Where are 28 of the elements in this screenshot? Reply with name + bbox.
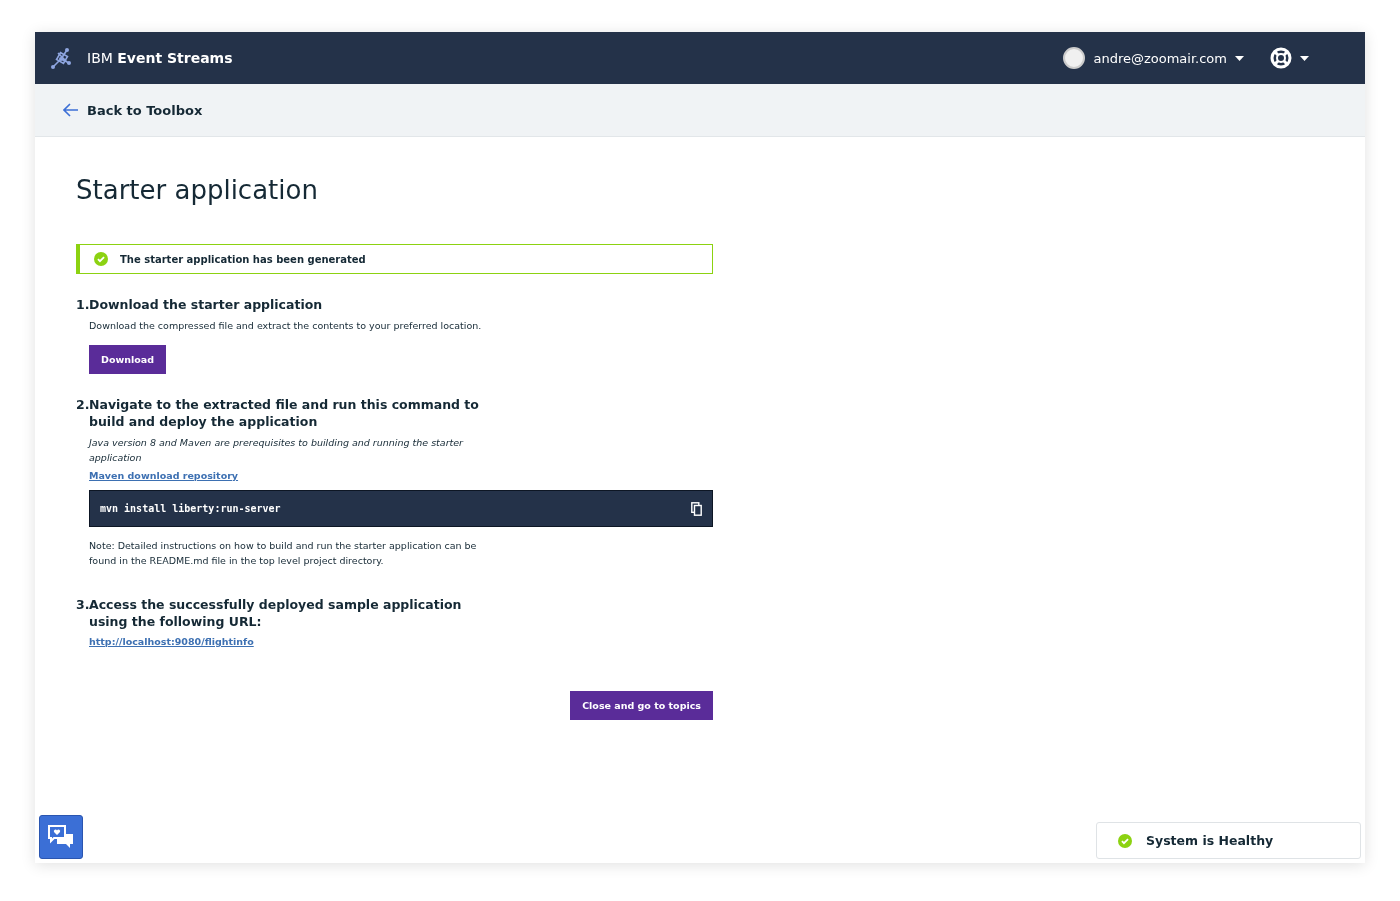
command-text: mvn install liberty:run-server [100, 503, 281, 514]
notification-text: The starter application has been generated [120, 253, 366, 265]
chat-bubbles-icon [47, 824, 75, 850]
page-title: Starter application [76, 175, 319, 205]
copy-icon[interactable] [691, 501, 702, 516]
status-text: System is Healthy [1146, 833, 1274, 848]
help-menu[interactable] [1270, 47, 1309, 69]
close-button[interactable]: Close and go to topics [570, 691, 713, 720]
lifebuoy-icon [1270, 47, 1292, 69]
check-icon [94, 252, 108, 266]
back-link[interactable]: Back to Toolbox [63, 102, 203, 118]
check-icon [1118, 833, 1132, 848]
caret-icon [1235, 55, 1244, 61]
download-button[interactable]: Download [89, 345, 166, 374]
step-description: Download the compressed file and extract the contents to your preferred location. [89, 319, 483, 333]
chat-button[interactable] [39, 815, 83, 859]
link[interactable]: Maven download repository [89, 470, 239, 481]
step-title: Navigate to the extracted file and run this command to build and deploy the application [89, 396, 480, 430]
step-title: Download the starter application [89, 296, 324, 313]
caret-icon [1300, 55, 1309, 61]
user-menu[interactable]: andre@zoomair.com [1063, 47, 1244, 69]
arrow-left-icon [63, 103, 79, 117]
link[interactable]: http://localhost:9080/flightinfo [89, 636, 254, 647]
product-name: IBM Event Streams [87, 50, 234, 66]
note-text: Note: Detailed instructions on how to build and run the starter application can be found in the README.md file in the top level project directory. [89, 539, 478, 568]
prerequisite-text: Java version 8 and Maven are prerequisites to building and running the starter application [89, 436, 465, 465]
step-title: Access the successfully deployed sample application using the following URL: [89, 596, 463, 630]
avatar-icon [1063, 47, 1086, 69]
